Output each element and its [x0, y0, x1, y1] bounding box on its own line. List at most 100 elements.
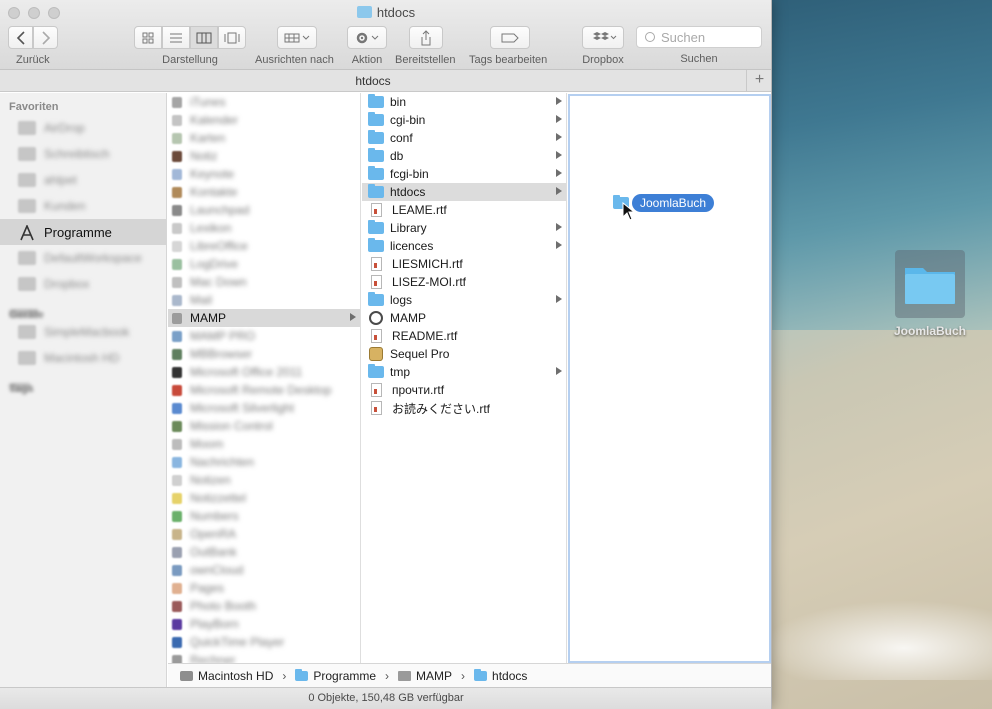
list-item-licences[interactable]: licences: [362, 237, 566, 255]
columns-icon: [196, 32, 212, 43]
new-tab-button[interactable]: +: [746, 70, 771, 92]
column-htdocs-drop-target[interactable]: JoomlaBuch: [568, 94, 771, 663]
list-item[interactable]: PlayBorn: [168, 615, 360, 633]
list-item-htdocs[interactable]: htdocs: [362, 183, 566, 201]
disclosure-arrow-icon: [556, 169, 562, 177]
sidebar-item-airdrop[interactable]: AirDrop: [0, 115, 166, 141]
list-item[interactable]: Microsoft Remote Desktop: [168, 381, 360, 399]
dropbox-group: Dropbox: [582, 26, 624, 66]
breadcrumb-programme[interactable]: Programme: [295, 668, 376, 683]
forward-button[interactable]: [33, 26, 58, 49]
list-item-logs[interactable]: logs: [362, 291, 566, 309]
breadcrumb-htdocs[interactable]: htdocs: [474, 668, 527, 683]
list-item[interactable]: Lexikon: [168, 219, 360, 237]
list-item-oyomi[interactable]: お読みください.rtf: [362, 399, 566, 417]
list-item[interactable]: Notizzettel: [168, 489, 360, 507]
list-item-lisez-moi[interactable]: LISEZ-MOI.rtf: [362, 273, 566, 291]
list-item[interactable]: LibreOffice: [168, 237, 360, 255]
app-icon: [172, 132, 182, 144]
list-item-bin[interactable]: bin: [362, 93, 566, 111]
arrange-button[interactable]: [277, 26, 317, 49]
share-button[interactable]: [409, 26, 443, 49]
folder-icon: [368, 292, 384, 306]
list-item[interactable]: OutBank: [168, 543, 360, 561]
list-item[interactable]: iTunes: [168, 93, 360, 111]
list-item[interactable]: Mission Control: [168, 417, 360, 435]
breadcrumb-mamp[interactable]: MAMP: [398, 669, 452, 683]
list-item[interactable]: MBBrowser: [168, 345, 360, 363]
list-item[interactable]: Mail: [168, 291, 360, 309]
list-item[interactable]: Microsoft Office 2011: [168, 363, 360, 381]
column-view-button[interactable]: [190, 26, 218, 49]
sidebar-item-workspace[interactable]: DefaultWorkspace: [0, 245, 166, 271]
list-item[interactable]: Kontakte: [168, 183, 360, 201]
list-item[interactable]: QuickTime Player: [168, 633, 360, 651]
list-item[interactable]: MAMP PRO: [168, 327, 360, 345]
icon-view-button[interactable]: [134, 26, 162, 49]
list-item[interactable]: Launchpad: [168, 201, 360, 219]
list-item-conf[interactable]: conf: [362, 129, 566, 147]
breadcrumb-macintosh-hd[interactable]: Macintosh HD: [180, 669, 273, 683]
app-icon: [172, 168, 182, 180]
disclosure-arrow-icon: [556, 223, 562, 231]
list-item[interactable]: Pages: [168, 579, 360, 597]
share-caption: Bereitstellen: [395, 54, 456, 66]
search-input[interactable]: Suchen: [636, 26, 762, 48]
sidebar-item-home[interactable]: ahlpet: [0, 167, 166, 193]
list-item-cgi-bin[interactable]: cgi-bin: [362, 111, 566, 129]
list-item[interactable]: Kalender: [168, 111, 360, 129]
list-item-library[interactable]: Library: [362, 219, 566, 237]
list-item-sequel-pro[interactable]: Sequel Pro: [362, 345, 566, 363]
list-item[interactable]: Keynote: [168, 165, 360, 183]
list-item[interactable]: Notiz: [168, 147, 360, 165]
sidebar-item-programme[interactable]: Programme: [0, 219, 166, 245]
breadcrumb-separator-icon: ›: [282, 668, 287, 683]
list-item[interactable]: Notizen: [168, 471, 360, 489]
list-item[interactable]: Mac Down: [168, 273, 360, 291]
rtf-document-icon: [371, 257, 382, 271]
list-item-mamp[interactable]: MAMP: [168, 309, 360, 327]
sidebar-item-macbook[interactable]: SimpleMacbook: [0, 319, 166, 345]
list-item-prochti[interactable]: прочти.rtf: [362, 381, 566, 399]
disclosure-arrow-icon: [556, 241, 562, 249]
gallery-icon: [224, 32, 240, 43]
dropbox-button[interactable]: [582, 26, 624, 49]
list-item[interactable]: Rechner: [168, 651, 360, 663]
disclosure-arrow-icon: [556, 133, 562, 141]
gallery-view-button[interactable]: [218, 26, 246, 49]
folder-icon: [295, 668, 309, 681]
action-button[interactable]: [347, 26, 387, 49]
list-item-leame[interactable]: LEAME.rtf: [362, 201, 566, 219]
list-item-tmp[interactable]: tmp: [362, 363, 566, 381]
list-item-fcgi-bin[interactable]: fcgi-bin: [362, 165, 566, 183]
tab-htdocs[interactable]: htdocs: [0, 74, 746, 88]
app-icon: [172, 456, 182, 468]
list-item[interactable]: Photo Booth: [168, 597, 360, 615]
list-item[interactable]: Karten: [168, 129, 360, 147]
list-item[interactable]: Numbers: [168, 507, 360, 525]
list-item-liesmich[interactable]: LIESMICH.rtf: [362, 255, 566, 273]
list-item[interactable]: Microsoft Silverlight: [168, 399, 360, 417]
back-button[interactable]: [8, 26, 33, 49]
search-caption: Suchen: [680, 53, 718, 65]
list-item[interactable]: ownCloud: [168, 561, 360, 579]
list-item[interactable]: OpenRA: [168, 525, 360, 543]
sidebar-item-dropbox[interactable]: Dropbox: [0, 271, 166, 297]
list-item-readme[interactable]: README.rtf: [362, 327, 566, 345]
sidebar-item-kunden[interactable]: Kunden: [0, 193, 166, 219]
list-item[interactable]: LogDrive: [168, 255, 360, 273]
list-item[interactable]: Nachrichten: [168, 453, 360, 471]
folder-icon: [398, 670, 412, 681]
desktop-icon-joomlabuch[interactable]: JoomlaBuch: [892, 250, 968, 338]
sidebar: Favoriten AirDrop Schreibtisch ahlpet Ku…: [0, 93, 167, 687]
tag-icon: [501, 33, 519, 42]
sidebar-item-desktop[interactable]: Schreibtisch: [0, 141, 166, 167]
app-icon: [172, 510, 182, 522]
list-item-db[interactable]: db: [362, 147, 566, 165]
list-view-button[interactable]: [162, 26, 190, 49]
tags-button[interactable]: [490, 26, 530, 49]
sidebar-item-macintosh-hd[interactable]: Macintosh HD: [0, 345, 166, 371]
list-item-mamp-app[interactable]: MAMP: [362, 309, 566, 327]
desktop-icon: [18, 147, 36, 161]
list-item[interactable]: Moom: [168, 435, 360, 453]
